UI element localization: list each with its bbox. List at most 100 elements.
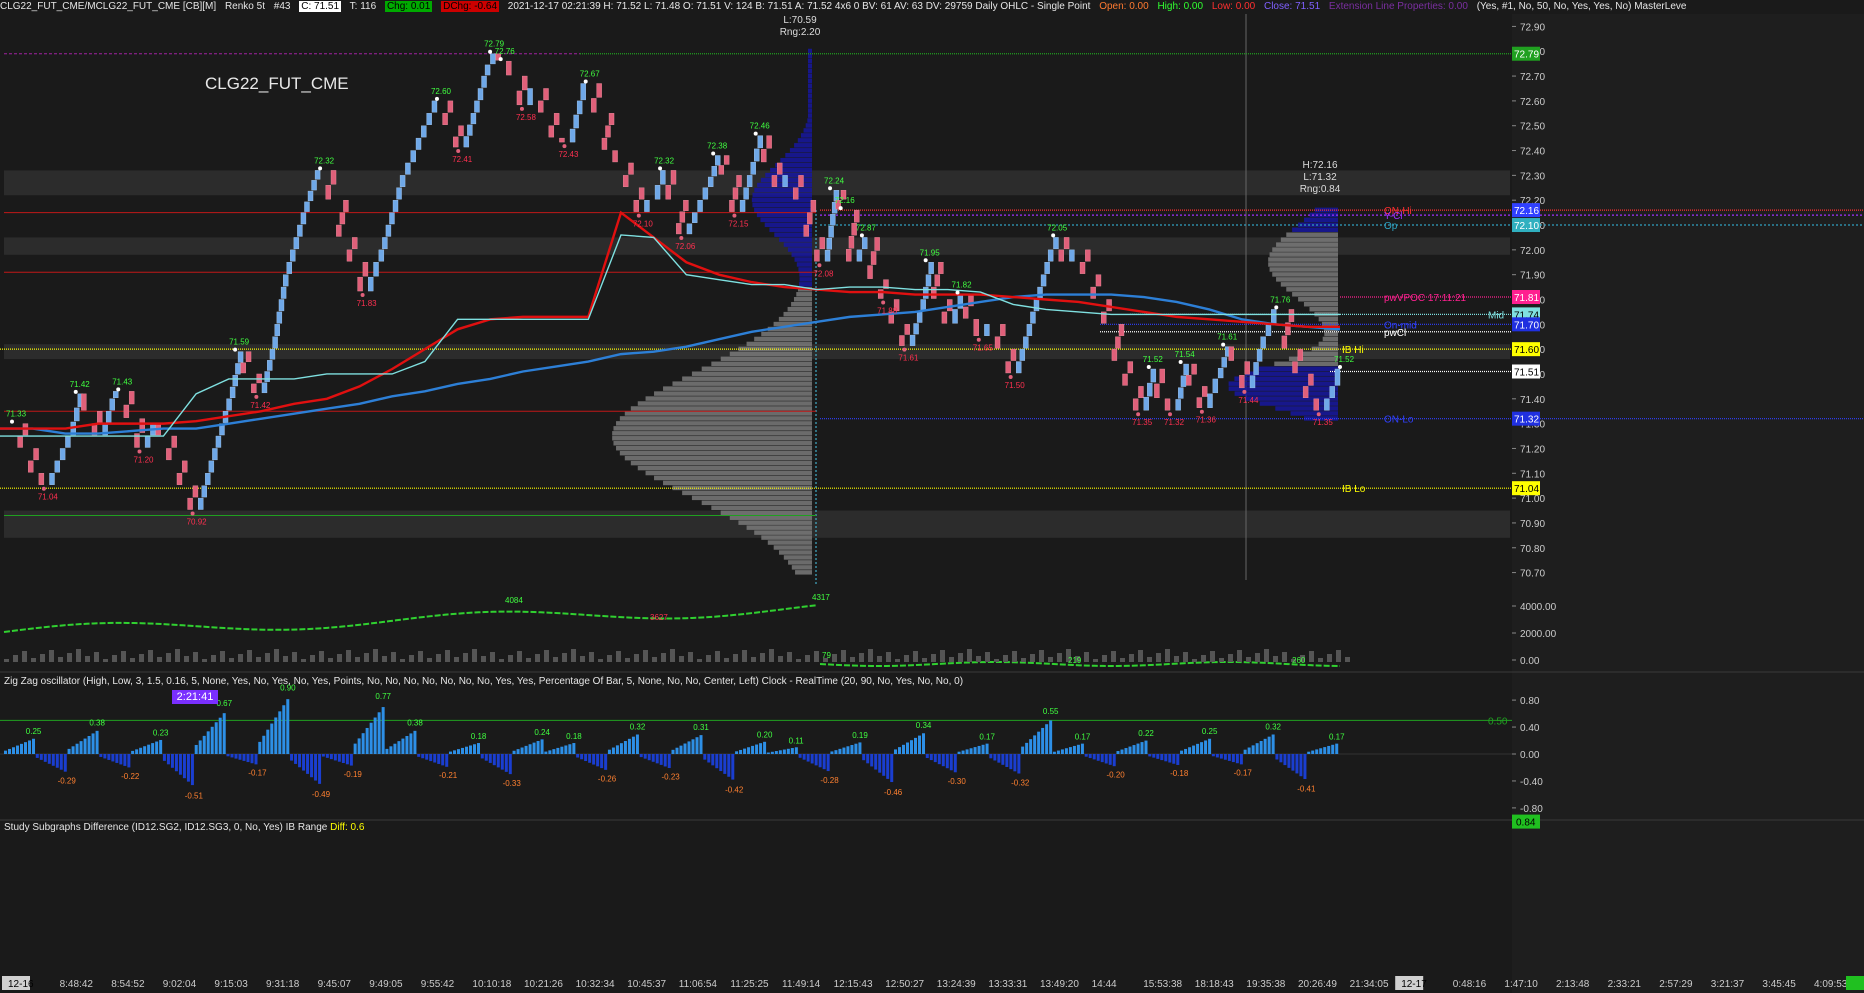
osc-bar (1211, 754, 1215, 757)
osc-bar (1235, 754, 1239, 764)
volume-profile-bar (701, 366, 812, 371)
volume-profile-bar (787, 306, 812, 312)
osc-bar (155, 741, 159, 754)
volume-bar (508, 655, 513, 662)
axis-badge-label: 71.60 (1514, 345, 1539, 356)
volume-profile-bar (1269, 252, 1338, 257)
volume-bar (1102, 655, 1107, 662)
volume-bar (994, 659, 999, 662)
x-tick-label: 0:48:16 (1453, 979, 1487, 990)
renko-brick-up (952, 309, 958, 324)
renko-brick-up (1023, 336, 1029, 349)
renko-brick-down (1239, 375, 1245, 389)
x-tick-label: 10:10:18 (472, 979, 511, 990)
chart-window: CLG22_FUT_CME/MCLG22_FUT_CME [CB][M] Ren… (0, 0, 1864, 993)
swing-low-label: 72.15 (728, 220, 749, 229)
level-label: ON-Lo (1384, 415, 1414, 426)
volume-profile-bar (767, 540, 812, 545)
osc-bar (477, 743, 480, 754)
renko-brick-up (49, 473, 55, 485)
osc-bar (1052, 751, 1056, 754)
osc-bar (166, 754, 170, 765)
osc-bar (1291, 754, 1295, 771)
volume-bar (1273, 656, 1278, 662)
swing-low-marker (190, 511, 195, 516)
renko-brick-up (269, 348, 276, 360)
osc-bar (1100, 754, 1104, 763)
osc-bar (71, 746, 75, 754)
osc-bar (604, 754, 608, 770)
osc-value-label: 0.17 (979, 733, 995, 742)
renko-brick-down (442, 113, 448, 125)
osc-value-label: 0.32 (1265, 722, 1281, 731)
renko-brick-up (826, 238, 833, 250)
volume-profile-bar (663, 480, 812, 486)
osc-bar (1192, 745, 1196, 754)
volume-profile-bar (1309, 306, 1338, 312)
volume-profile-bar (789, 148, 812, 153)
volume-bar (337, 654, 342, 662)
osc-bar (993, 754, 997, 761)
volume-bar (904, 655, 909, 662)
renko-brick-up (654, 185, 661, 200)
x-tick-label: 20:26:49 (1298, 979, 1337, 990)
volume-profile-bar (1290, 411, 1338, 416)
renko-brick-up (1026, 324, 1033, 336)
osc-bar (488, 754, 492, 763)
osc-bar (401, 738, 405, 754)
osc-bar (381, 707, 385, 754)
x-tick-label: 9:31:18 (266, 979, 300, 990)
swing-low-marker (562, 144, 567, 149)
osc-bar (743, 748, 747, 754)
renko-brick-up (692, 212, 698, 223)
renko-brick-down (612, 150, 618, 163)
renko-brick-up (290, 249, 296, 262)
renko-brick-down (803, 224, 809, 237)
x-tick-label: 8:54:52 (111, 979, 145, 990)
osc-bar (711, 754, 715, 766)
swing-high-label: 72.76 (495, 47, 516, 56)
renko-brick-down (814, 249, 820, 262)
swing-high-label: 72.60 (431, 87, 452, 96)
osc-bar (453, 750, 456, 754)
volume-profile-bar (808, 68, 812, 74)
osc-bar (1271, 734, 1275, 754)
x-tick-label: 3:45:45 (1762, 979, 1796, 990)
price-chart[interactable]: 72.9072.8072.7072.6072.5072.4072.3072.20… (0, 0, 1864, 993)
volume-bar (1039, 650, 1044, 662)
volume-profile-bar (773, 545, 812, 550)
renko-brick-up (396, 187, 402, 200)
range-left-low: L:70.59 (783, 15, 817, 26)
osc-bar (627, 738, 631, 754)
osc-bar (469, 745, 472, 754)
volume-bar (436, 654, 441, 662)
swing-high-label: 71.54 (1175, 350, 1196, 359)
renko-brick-down (792, 187, 799, 200)
volume-bar (1309, 651, 1314, 662)
volume-profile-bar (783, 311, 812, 317)
osc-value-label: -0.21 (439, 771, 458, 780)
osc-bar (425, 754, 429, 760)
volume-profile-bar (663, 386, 812, 391)
osc-bar (1303, 754, 1307, 779)
renko-brick-up (484, 64, 491, 76)
osc-bar (1001, 754, 1005, 765)
volume-bar (247, 650, 252, 662)
x-tick-label: 13:33:31 (988, 979, 1027, 990)
osc-bar (1299, 754, 1303, 777)
osc-bar (465, 746, 468, 754)
osc-value-label: -0.22 (121, 772, 140, 781)
swing-high-marker (1146, 365, 1151, 370)
renko-brick-up (1260, 336, 1266, 349)
swing-low-marker (1242, 389, 1247, 394)
volume-bar (814, 651, 819, 662)
renko-brick-down (187, 497, 193, 510)
volume-bar (895, 659, 900, 662)
x-tick-label: 10:32:34 (576, 979, 615, 990)
swing-high-label: 72.32 (314, 156, 335, 165)
osc-value-label: 0.31 (693, 723, 709, 732)
osc-bar (1263, 738, 1267, 754)
swing-low-marker (636, 213, 641, 218)
osc-bar (1279, 754, 1283, 763)
swing-low-label: 72.08 (813, 269, 834, 278)
